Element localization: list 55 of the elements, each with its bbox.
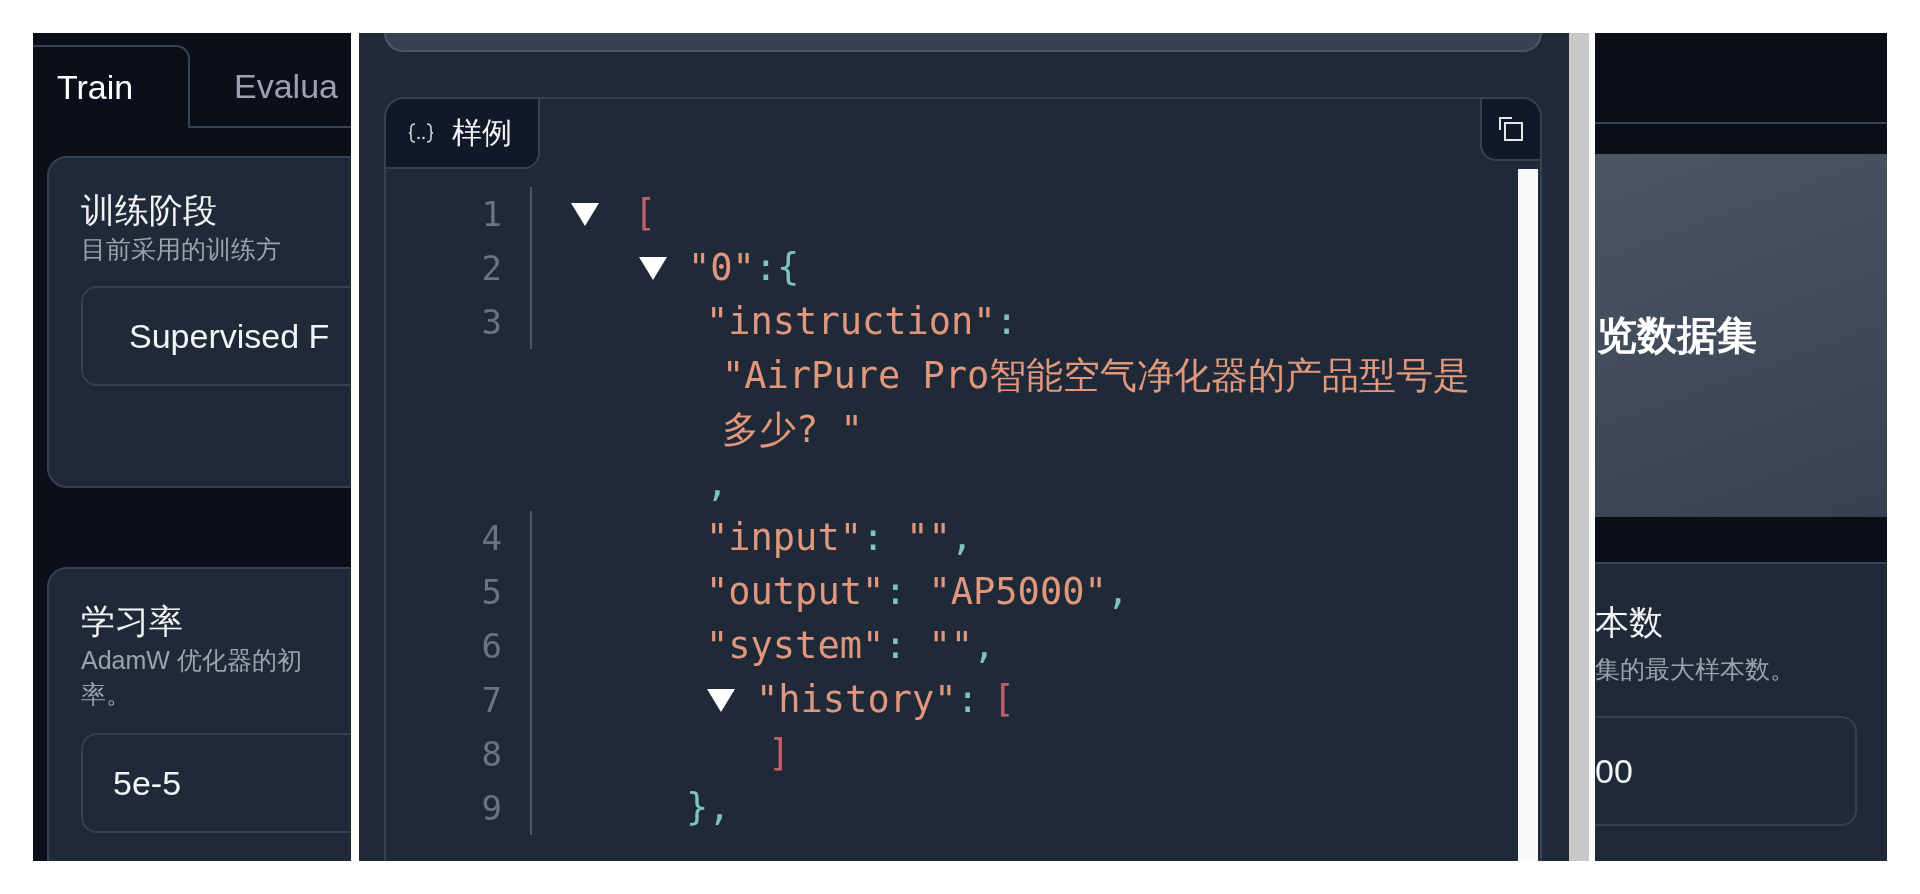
collapse-toggle-icon[interactable] <box>706 687 736 713</box>
json-key: "history" <box>756 673 957 727</box>
collapse-toggle-icon[interactable] <box>570 201 600 227</box>
copy-button[interactable] <box>1480 99 1540 161</box>
colon: : <box>956 677 979 723</box>
line-number: 2 <box>386 241 532 295</box>
line-number: 1 <box>386 187 532 241</box>
line-number: 9 <box>386 781 532 835</box>
comma: , <box>950 515 974 561</box>
json-icon <box>408 122 434 144</box>
code-label-text: 样例 <box>452 114 512 151</box>
json-key: "input" <box>706 511 862 565</box>
json-key: "output" <box>706 565 885 619</box>
setting-title: 训练阶段 <box>81 190 217 231</box>
json-key: "system" <box>706 619 885 673</box>
line-number: 6 <box>386 619 532 673</box>
close-bracket: ] <box>768 732 791 775</box>
comma: , <box>973 623 996 669</box>
colon: : <box>754 245 778 291</box>
open-bracket: [ <box>634 191 657 237</box>
open-bracket: { <box>777 245 800 291</box>
copy-icon <box>1498 116 1524 142</box>
collapse-toggle-icon[interactable] <box>638 255 668 281</box>
json-value: "AP5000" <box>928 569 1107 615</box>
scrollbar[interactable] <box>1518 169 1538 861</box>
colon: : <box>884 623 907 669</box>
setting-description: 率。 <box>81 679 131 710</box>
comma: , <box>706 462 729 505</box>
comma: , <box>1106 569 1129 615</box>
tab[interactable]: Train <box>33 45 190 128</box>
close-bracket: }, <box>686 786 731 829</box>
setting-description: 目前采用的训练方 <box>81 234 281 265</box>
line-number: 5 <box>386 565 532 619</box>
preview-button[interactable]: 览数据集 <box>1595 154 1887 517</box>
input-field[interactable]: 5e-5 <box>81 733 351 833</box>
line-number: 8 <box>386 727 532 781</box>
line-number: 7 <box>386 673 532 727</box>
tab[interactable]: Evalua <box>210 45 351 128</box>
json-key: "instruction" <box>706 300 996 343</box>
setting-description: 集的最大样本数。 <box>1595 654 1795 685</box>
json-value: "" <box>928 623 974 669</box>
colon: : <box>995 300 1018 343</box>
line-number: 4 <box>386 511 532 565</box>
json-value: "AirPure Pro智能空气净化器的产品型号是多少? " <box>722 354 1471 451</box>
dropdown[interactable]: Supervised F <box>81 286 351 386</box>
open-bracket: [ <box>992 677 1016 723</box>
json-value: "" <box>906 515 951 561</box>
setting-title: 本数 <box>1595 602 1663 642</box>
setting-description: AdamW 优化器的初 <box>81 645 302 676</box>
colon: : <box>861 515 885 561</box>
input-field[interactable]: 00 <box>1595 716 1857 826</box>
setting-title: 学习率 <box>81 601 183 642</box>
colon: : <box>884 569 907 615</box>
json-key: "0" <box>688 241 755 295</box>
line-number: 3 <box>386 295 532 349</box>
